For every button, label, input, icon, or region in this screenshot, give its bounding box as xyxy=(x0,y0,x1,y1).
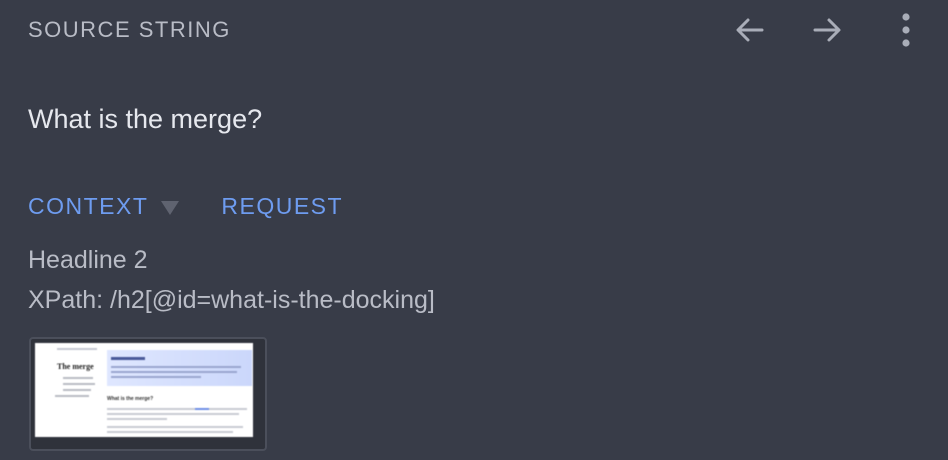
preview-text-line xyxy=(107,426,243,428)
preview-link xyxy=(195,408,209,410)
tab-context[interactable]: CONTEXT xyxy=(28,193,180,220)
preview-sidebar-line xyxy=(63,389,91,391)
screenshot-preview: The merge What is the merge? xyxy=(35,343,253,437)
context-xpath: XPath: /h2[@id=what-is-the-docking] xyxy=(28,286,435,314)
preview-sidebar-line xyxy=(55,395,89,397)
preview-text-line xyxy=(107,418,167,420)
preview-nav-bar xyxy=(57,348,97,350)
preview-heading: The merge xyxy=(57,362,94,371)
tab-bar: CONTEXT REQUEST xyxy=(28,193,343,220)
preview-highlight-line xyxy=(111,376,201,378)
preview-text-line xyxy=(107,408,247,410)
tab-request[interactable]: REQUEST xyxy=(221,193,343,220)
preview-highlight-line xyxy=(111,371,237,373)
preview-section-heading: What is the merge? xyxy=(107,396,154,402)
preview-sidebar-line xyxy=(63,383,95,385)
context-element-type: Headline 2 xyxy=(28,246,148,274)
more-options-button[interactable] xyxy=(888,12,924,48)
preview-text-line xyxy=(107,431,233,433)
preview-text-line xyxy=(107,413,239,415)
preview-highlight-title xyxy=(111,357,145,360)
preview-sidebar-line xyxy=(63,377,93,379)
tab-context-label: CONTEXT xyxy=(28,193,149,219)
preview-highlight-box xyxy=(107,350,252,386)
source-string-panel: SOURCE STRING What is the merge? CONTEXT… xyxy=(0,0,948,460)
source-string-text: What is the merge? xyxy=(28,104,263,134)
next-button[interactable] xyxy=(809,12,845,48)
arrow-left-icon xyxy=(736,18,764,42)
preview-highlight-line xyxy=(111,366,241,368)
more-vertical-icon xyxy=(902,13,910,47)
previous-button[interactable] xyxy=(732,12,768,48)
context-screenshot-thumbnail[interactable]: The merge What is the merge? xyxy=(29,337,267,451)
panel-title: SOURCE STRING xyxy=(28,17,231,42)
arrow-right-icon xyxy=(813,18,841,42)
caret-down-icon xyxy=(161,200,180,215)
